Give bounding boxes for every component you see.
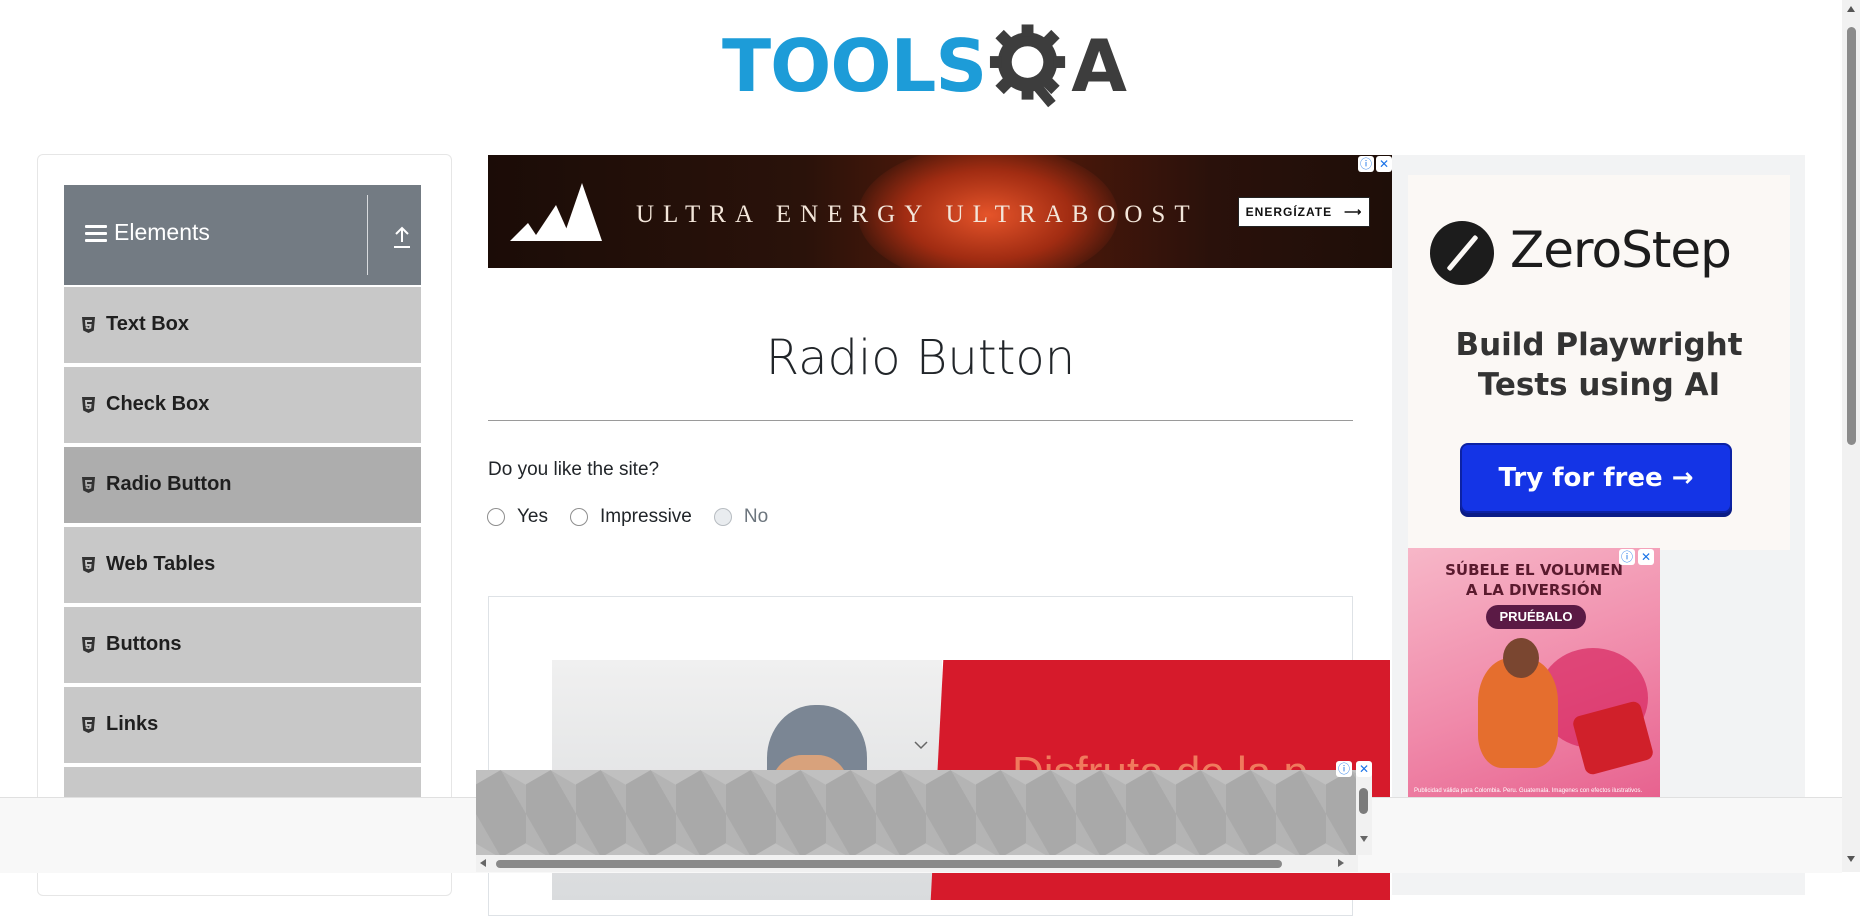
promo-line-2: A LA DIVERSIÓN	[1465, 581, 1603, 599]
scroll-right-arrow-icon[interactable]	[1338, 859, 1344, 867]
html5-icon	[82, 717, 95, 733]
zerostep-ad[interactable]: ZeroStep Build Playwright Tests using AI…	[1408, 175, 1790, 550]
arrow-right-icon: ⟶	[1344, 205, 1363, 219]
html5-icon	[82, 397, 95, 413]
sidebar-item-text-box[interactable]: Text Box	[64, 285, 421, 363]
ad-close-icon[interactable]: ✕	[1356, 761, 1372, 777]
radio-no-input	[713, 508, 732, 526]
ad-vertical-scrollbar[interactable]	[1356, 770, 1372, 855]
radio-yes[interactable]: Yes	[487, 506, 548, 528]
hamburger-icon	[85, 225, 107, 243]
page-scrollbar[interactable]	[1842, 0, 1860, 872]
logo-tools-text: TOOLS	[722, 24, 987, 108]
scroll-down-arrow-icon[interactable]	[1847, 856, 1855, 862]
title-divider	[488, 420, 1353, 421]
sidebar-item-label: Links	[106, 713, 159, 735]
sidebar-item-web-tables[interactable]: Web Tables	[64, 525, 421, 603]
radio-question: Do you like the site?	[488, 459, 660, 480]
group-title: Elements	[114, 219, 210, 245]
page-title: Radio Button	[765, 330, 1076, 386]
sidebar-item-label: Check Box	[106, 393, 210, 415]
html5-icon	[82, 477, 95, 493]
sidebar-item-radio-button[interactable]: Radio Button	[64, 445, 421, 523]
scrollbar-thumb[interactable]	[496, 860, 1282, 868]
elements-group-header[interactable]: Elements	[64, 185, 421, 285]
scroll-up-arrow-icon[interactable]	[1847, 6, 1855, 12]
zerostep-tagline-1: Build Playwright	[1455, 327, 1743, 363]
radio-yes-input[interactable]	[487, 508, 505, 526]
sidebar-item-buttons[interactable]: Buttons	[64, 605, 421, 683]
radio-impressive-input[interactable]	[570, 508, 588, 526]
hex-pattern-banner	[476, 770, 1357, 855]
top-banner-ad[interactable]: ULTRA ENERGY ULTRABOOST ENERGÍZATE ⟶	[488, 155, 1392, 268]
promo-person-head	[1503, 638, 1539, 678]
radio-group: Yes Impressive No	[487, 506, 790, 528]
radio-yes-label[interactable]: Yes	[517, 506, 548, 528]
ad-info-icon[interactable]: ⓘ	[1336, 761, 1352, 777]
ad-info-icon[interactable]: ⓘ	[1358, 156, 1374, 172]
sidebar-item-label: Radio Button	[106, 473, 232, 495]
zerostep-logo-icon	[1430, 221, 1494, 285]
header-divider	[367, 195, 368, 275]
ad-close-icon[interactable]: ✕	[1376, 156, 1392, 172]
radio-impressive[interactable]: Impressive	[570, 506, 692, 528]
try-for-free-button[interactable]: Try for free →	[1460, 443, 1732, 513]
promo-cta-button[interactable]: PRUÉBALO	[1486, 605, 1586, 629]
collapse-upload-icon[interactable]	[384, 223, 418, 251]
sidebar-item-label: Text Box	[106, 313, 189, 335]
logo-a-text: A	[1071, 24, 1127, 108]
gear-magnifier-icon	[990, 24, 1066, 108]
adidas-logo-icon	[510, 183, 602, 241]
html5-icon	[82, 637, 95, 653]
radio-impressive-label[interactable]: Impressive	[600, 506, 692, 528]
radio-no: No	[713, 506, 769, 528]
zerostep-tagline-2: Tests using AI	[1477, 367, 1721, 403]
scrollbar-thumb[interactable]	[1359, 788, 1368, 814]
promo-fine-print: Publicidad válida para Colombia. Peru. G…	[1414, 788, 1643, 794]
ad-info-icon[interactable]: ⓘ	[1619, 549, 1635, 565]
scroll-down-arrow-icon[interactable]	[1360, 836, 1368, 842]
html5-icon	[82, 317, 95, 333]
ad-cta-button[interactable]: ENERGÍZATE ⟶	[1238, 197, 1370, 227]
ad-headline: ULTRA ENERGY ULTRABOOST	[636, 201, 1199, 228]
bottom-sticky-ad[interactable]	[476, 770, 1372, 872]
ad-horizontal-scrollbar[interactable]	[476, 855, 1358, 872]
zerostep-tagline: Build Playwright Tests using AI	[1408, 325, 1790, 405]
ad-close-icon[interactable]: ✕	[1638, 549, 1654, 565]
radio-no-label: No	[743, 506, 769, 527]
pink-promo-ad[interactable]: SÚBELE EL VOLUMEN A LA DIVERSIÓN PRUÉBAL…	[1408, 548, 1660, 798]
site-logo[interactable]: TOOLS A	[722, 18, 1127, 114]
ad-cta-label: ENERGÍZATE	[1245, 205, 1333, 219]
scrollbar-thumb[interactable]	[1847, 27, 1856, 445]
html5-icon	[82, 557, 95, 573]
sidebar-item-links[interactable]: Links	[64, 685, 421, 763]
sidebar-item-check-box[interactable]: Check Box	[64, 365, 421, 443]
sidebar-item-label: Buttons	[106, 633, 182, 655]
scroll-left-arrow-icon[interactable]	[480, 859, 486, 867]
sidebar-item-label: Web Tables	[106, 553, 216, 575]
chevron-down-icon[interactable]	[914, 740, 928, 750]
zerostep-brand: ZeroStep	[1510, 221, 1732, 279]
promo-headline: SÚBELE EL VOLUMEN A LA DIVERSIÓN	[1408, 560, 1660, 600]
